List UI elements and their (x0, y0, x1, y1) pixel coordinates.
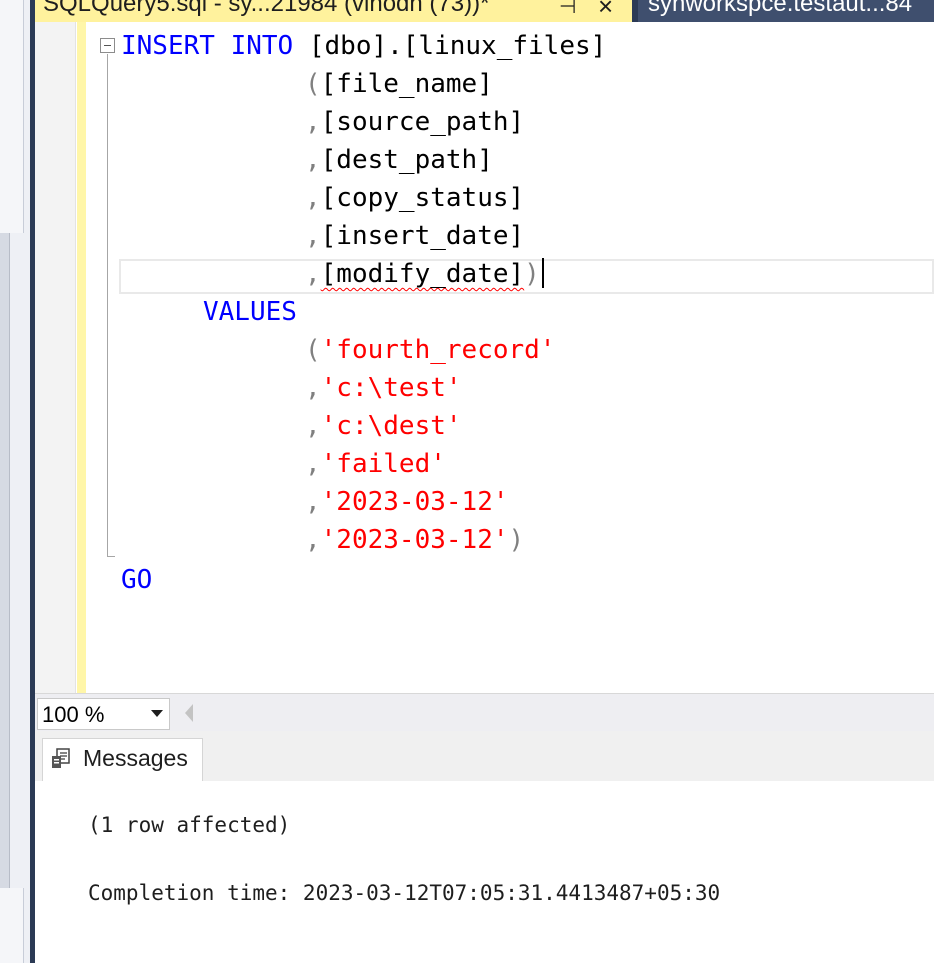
rows-affected-text: (1 row affected) (88, 813, 291, 837)
chevron-down-icon[interactable] (151, 710, 163, 717)
collapse-icon[interactable] (100, 38, 115, 53)
code-line-value: ,'2023-03-12' (305, 487, 509, 517)
code-line-value: ('fourth_record' (305, 335, 556, 365)
pin-icon[interactable]: ⊣ (559, 0, 576, 19)
close-icon[interactable]: × (598, 0, 613, 22)
outline-guide-end (107, 556, 115, 557)
code-line-go: GO (121, 565, 153, 595)
object-explorer-scrollbar[interactable] (0, 233, 10, 888)
document-tab-strip: SQLQuery5.sql - sy...21984 (vinodh (73))… (35, 0, 934, 22)
zoom-dropdown[interactable]: 100 % (37, 698, 170, 730)
code-line-values: VALUES (203, 297, 297, 327)
code-line-column: ,[modify_date]) (305, 255, 544, 293)
messages-icon (52, 748, 70, 768)
code-line-column: ,[copy_status] (305, 183, 525, 213)
code-line-value: ,'failed' (305, 449, 446, 479)
code-line-insert: INSERT INTO [dbo].[linux_files] (121, 31, 607, 61)
tab-sqlquery5[interactable]: SQLQuery5.sql - sy...21984 (vinodh (73))… (35, 0, 632, 22)
messages-output: (1 row affected) Completion time: 2023-0… (88, 813, 720, 909)
tab-synworkspace[interactable]: synworkspce.testaut...84 (638, 0, 934, 22)
results-pane: Messages (1 row affected) Completion tim… (35, 731, 934, 963)
completion-time-text: Completion time: 2023-03-12T07:05:31.441… (88, 881, 721, 905)
text-caret (541, 258, 544, 288)
object-explorer-edge (0, 0, 34, 963)
code-line-value: ,'c:\test' (305, 373, 462, 403)
scroll-left-icon[interactable] (185, 704, 193, 722)
code-line-column: ,[insert_date] (305, 221, 525, 251)
code-line-column: ([file_name] (305, 69, 493, 99)
code-line-value: ,'c:\dest' (305, 411, 462, 441)
line-gutter (35, 22, 76, 693)
zoom-value: 100 % (42, 702, 105, 727)
object-explorer-panel (0, 0, 24, 233)
code-line-value: ,'2023-03-12') (305, 525, 525, 555)
results-tab-strip: Messages (35, 731, 934, 781)
code-line-column: ,[dest_path] (305, 145, 493, 175)
query-editor[interactable]: INSERT INTO [dbo].[linux_files] ([file_n… (35, 22, 934, 693)
tab-title: SQLQuery5.sql - sy...21984 (vinodh (73))… (43, 0, 490, 17)
change-tracking-bar (77, 22, 86, 693)
outline-guide (107, 54, 108, 557)
object-explorer-panel-lower (0, 888, 24, 963)
editor-status-bar: 100 % (35, 693, 934, 731)
tab-label: Messages (83, 745, 188, 771)
tab-title: synworkspce.testaut...84 (648, 0, 913, 17)
code-line-column: ,[source_path] (305, 107, 525, 137)
tab-messages[interactable]: Messages (42, 738, 203, 781)
